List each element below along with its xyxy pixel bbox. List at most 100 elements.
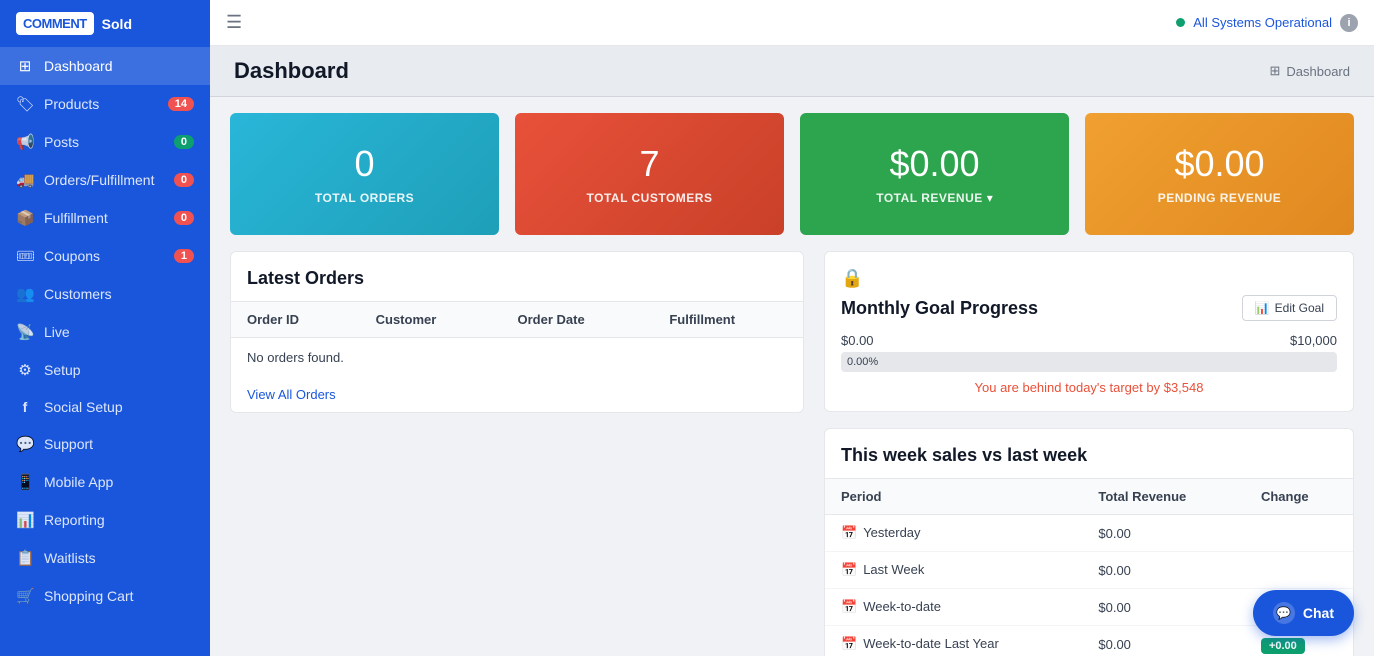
waitlists-icon: 📋 — [16, 549, 34, 567]
coupons-icon: 🎟 — [16, 247, 34, 265]
status-text: All Systems Operational — [1193, 15, 1332, 30]
stat-pending-revenue-value: $0.00 — [1174, 143, 1264, 185]
sidebar-item-label: Orders/Fulfillment — [44, 172, 154, 188]
products-badge: 14 — [168, 97, 194, 111]
sidebar-item-social-setup[interactable]: f Social Setup — [0, 389, 210, 425]
sidebar-item-label: Posts — [44, 134, 79, 150]
sidebar-item-fulfillment[interactable]: 📦 Fulfillment 0 — [0, 199, 210, 237]
stat-total-customers-value: 7 — [639, 143, 659, 185]
sidebar-item-waitlists[interactable]: 📋 Waitlists — [0, 539, 210, 577]
page-header: Dashboard ⊞ Dashboard — [210, 46, 1374, 97]
sidebar-item-posts[interactable]: 📢 Posts 0 — [0, 123, 210, 161]
col-change: Change — [1245, 479, 1353, 515]
topbar: ☰ All Systems Operational i — [210, 0, 1374, 46]
goal-title: Monthly Goal Progress — [841, 298, 1038, 319]
change-badge: +0.00 — [1261, 638, 1305, 654]
goal-min: $0.00 — [841, 333, 874, 348]
monthly-goal-card: 🔒 Monthly Goal Progress 📊 Edit Goal $0.0… — [824, 251, 1354, 412]
customers-icon: 👥 — [16, 285, 34, 303]
sidebar-item-label: Mobile App — [44, 474, 113, 490]
hamburger-menu[interactable]: ☰ — [226, 12, 242, 33]
sidebar-item-label: Waitlists — [44, 550, 96, 566]
fulfillment-icon: 📦 — [16, 209, 34, 227]
view-all-orders-link[interactable]: View All Orders — [231, 377, 352, 412]
breadcrumb-icon: ⊞ — [1269, 63, 1280, 79]
stat-total-orders-value: 0 — [354, 143, 374, 185]
period-cell: 📅Yesterday — [825, 515, 1082, 552]
revenue-cell: $0.00 — [1082, 589, 1245, 626]
sidebar-item-live[interactable]: 📡 Live — [0, 313, 210, 351]
social-setup-icon: f — [16, 399, 34, 415]
sidebar-item-mobile-app[interactable]: 📱 Mobile App — [0, 463, 210, 501]
sidebar-item-setup[interactable]: ⚙ Setup — [0, 351, 210, 389]
sidebar-item-label: Social Setup — [44, 399, 123, 415]
sidebar-item-label: Dashboard — [44, 58, 113, 74]
stat-card-orders: 0 TOTAL ORDERS — [230, 113, 499, 235]
goal-header: Monthly Goal Progress 📊 Edit Goal — [841, 295, 1337, 321]
coupons-badge: 1 — [174, 249, 194, 263]
status-dot — [1176, 18, 1185, 27]
posts-icon: 📢 — [16, 133, 34, 151]
page-title: Dashboard — [234, 58, 349, 84]
sidebar-item-label: Customers — [44, 286, 112, 302]
period-cell: 📅Last Week — [825, 552, 1082, 589]
revenue-cell: $0.00 — [1082, 552, 1245, 589]
col-customer: Customer — [360, 302, 502, 338]
sidebar-item-label: Reporting — [44, 512, 105, 528]
sidebar-item-orders[interactable]: 🚚 Orders/Fulfillment 0 — [0, 161, 210, 199]
left-column: Latest Orders Order ID Customer Order Da… — [230, 251, 804, 656]
stat-total-customers-label: TOTAL CUSTOMERS — [587, 191, 713, 205]
no-orders-text: No orders found. — [231, 338, 803, 378]
col-period: Period — [825, 479, 1082, 515]
stat-card-revenue: $0.00 TOTAL REVENUE ▾ — [800, 113, 1069, 235]
logo-suffix: Sold — [102, 16, 132, 32]
chat-label: Chat — [1303, 605, 1334, 621]
stat-total-revenue-label-row: TOTAL REVENUE ▾ — [876, 191, 993, 205]
sidebar-item-support[interactable]: 💬 Support — [0, 425, 210, 463]
stat-card-customers: 7 TOTAL CUSTOMERS — [515, 113, 784, 235]
orders-icon: 🚚 — [16, 171, 34, 189]
support-icon: 💬 — [16, 435, 34, 453]
chat-button[interactable]: 💬 Chat — [1253, 590, 1354, 636]
main-content: ☰ All Systems Operational i Dashboard ⊞ … — [210, 0, 1374, 656]
sidebar-item-coupons[interactable]: 🎟 Coupons 1 — [0, 237, 210, 275]
weekly-sales-title: This week sales vs last week — [825, 429, 1353, 478]
bar-chart-icon: 📊 — [1255, 301, 1270, 315]
chevron-down-icon[interactable]: ▾ — [987, 191, 993, 205]
stat-total-orders-label: TOTAL ORDERS — [315, 191, 414, 205]
stat-cards: 0 TOTAL ORDERS 7 TOTAL CUSTOMERS $0.00 T… — [230, 113, 1354, 235]
col-order-date: Order Date — [502, 302, 654, 338]
calendar-icon: 📅 — [841, 562, 857, 577]
sidebar-item-reporting[interactable]: 📊 Reporting — [0, 501, 210, 539]
sidebar-item-customers[interactable]: 👥 Customers — [0, 275, 210, 313]
calendar-icon: 📅 — [841, 599, 857, 614]
sidebar-item-shopping-cart[interactable]: 🛒 Shopping Cart — [0, 577, 210, 615]
lock-icon: 🔒 — [841, 268, 1337, 289]
orders-section: Latest Orders Order ID Customer Order Da… — [230, 251, 804, 413]
sidebar-item-products[interactable]: 🏷 Products 14 — [0, 85, 210, 123]
info-icon[interactable]: i — [1340, 14, 1358, 32]
progress-label: 0.00% — [847, 356, 878, 368]
table-row: 📅Last Week$0.00 — [825, 552, 1353, 589]
sidebar-item-label: Live — [44, 324, 70, 340]
stat-total-revenue-label: TOTAL REVENUE — [876, 191, 983, 205]
setup-icon: ⚙ — [16, 361, 34, 379]
products-icon: 🏷 — [16, 95, 34, 113]
stat-total-revenue-value: $0.00 — [889, 143, 979, 185]
shopping-cart-icon: 🛒 — [16, 587, 34, 605]
sidebar-item-dashboard[interactable]: ⊞ Dashboard — [0, 47, 210, 85]
sidebar-item-label: Shopping Cart — [44, 588, 134, 604]
edit-goal-button[interactable]: 📊 Edit Goal — [1242, 295, 1337, 321]
orders-section-title: Latest Orders — [231, 252, 803, 301]
goal-max: $10,000 — [1290, 333, 1337, 348]
stat-cards-row: 0 TOTAL ORDERS 7 TOTAL CUSTOMERS $0.00 T… — [210, 97, 1374, 251]
progress-bar: 0.00% — [841, 352, 1337, 372]
col-total-revenue: Total Revenue — [1082, 479, 1245, 515]
dashboard-icon: ⊞ — [16, 57, 34, 75]
period-cell: 📅Week-to-date — [825, 589, 1082, 626]
period-cell: 📅Week-to-date Last Year — [825, 626, 1082, 656]
stat-card-pending: $0.00 PENDING REVENUE — [1085, 113, 1354, 235]
orders-badge: 0 — [174, 173, 194, 187]
stat-pending-revenue-label: PENDING REVENUE — [1158, 191, 1282, 205]
change-cell — [1245, 515, 1353, 552]
